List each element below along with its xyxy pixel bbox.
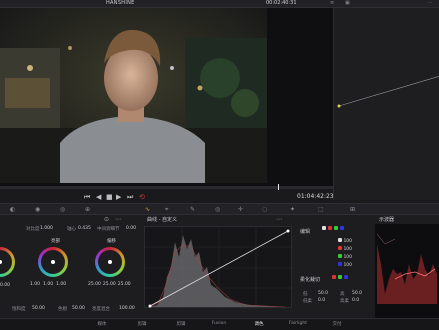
edit-panel-title: 编辑 (300, 229, 311, 235)
warper-icon[interactable]: ⌖ (165, 206, 168, 214)
nav-cut[interactable]: 剪辑 (127, 321, 157, 327)
curves-icon[interactable]: ∿ (145, 206, 150, 213)
clip-icon[interactable]: ▣ (345, 0, 350, 6)
high-label: 高 (340, 292, 345, 297)
color-match-icon[interactable]: ◉ (35, 206, 40, 213)
high-value[interactable]: 50.0 (352, 291, 362, 296)
soft-clip-channels[interactable] (332, 275, 348, 279)
contrast-value[interactable]: 1.000 (40, 226, 53, 231)
top-bar: HANSHINE 00:02:40:31 ≡ ▣ ⋯ (0, 0, 439, 8)
hue-value[interactable]: 50.00 (72, 306, 85, 311)
channel-row-y[interactable]: 100 (338, 238, 352, 244)
low-label: 低 (303, 292, 308, 297)
mid-detail-label: 中间调细节 (97, 227, 120, 232)
nav-fairlight[interactable]: Fairlight (283, 321, 313, 326)
scopes-title: 示波器 (379, 217, 395, 223)
loop-icon[interactable]: ⟲ (139, 193, 145, 201)
saturation-value[interactable]: 50.00 (32, 306, 45, 311)
channel-row-r[interactable]: 100 (338, 246, 352, 252)
key-icon[interactable]: ✦ (290, 206, 295, 213)
curves-options-icon[interactable]: ⋯ (276, 216, 282, 223)
window-icon[interactable]: ◎ (215, 206, 220, 213)
hue-label: 色相 (58, 307, 67, 312)
hs-label: 高柔 (340, 299, 349, 304)
channel-row-g[interactable]: 100 (338, 254, 352, 260)
viewer-timecode: 01:04:42:23 (297, 193, 334, 200)
primaries-reset-icon[interactable]: ⊙ (104, 216, 109, 223)
node-editor-panel[interactable] (333, 8, 439, 200)
wheel-label-highlights: 亮部 (51, 239, 60, 244)
primaries-more-icon[interactable]: ⋯ (115, 216, 121, 223)
nav-color[interactable]: 调色 (244, 321, 274, 327)
curves-title: 曲线 - 自定义 (147, 217, 177, 223)
nav-media[interactable]: 媒体 (87, 321, 117, 327)
channel-b-icon[interactable] (340, 226, 344, 230)
pivot-value[interactable]: 0.435 (78, 226, 91, 231)
saturation-label: 饱和度 (12, 307, 26, 312)
video-frame[interactable] (0, 8, 267, 183)
more-icon[interactable]: ⋯ (428, 0, 433, 6)
ls-label: 低柔 (303, 299, 312, 304)
offset-values[interactable]: 25.00 25.00 25.00 (88, 282, 138, 287)
channel-r-icon[interactable] (328, 226, 332, 230)
sizing-icon[interactable]: ⬚ (318, 206, 324, 213)
contrast-label: 对比度 (26, 227, 40, 232)
color-wheel-offset[interactable] (95, 247, 125, 277)
nav-deliver[interactable]: 交付 (322, 321, 352, 327)
top-timecode: 00:02:40:31 (266, 0, 297, 6)
playhead[interactable] (278, 184, 279, 190)
channel-y-icon[interactable] (322, 226, 326, 230)
curves-graph[interactable] (144, 226, 293, 309)
3d-icon[interactable]: ⊞ (350, 206, 355, 213)
rgb-mixer-icon[interactable]: ⊕ (85, 206, 90, 213)
hs-value[interactable]: 0.0 (352, 298, 359, 303)
channel-select[interactable] (322, 226, 344, 230)
nav-fusion[interactable]: Fusion (204, 321, 234, 326)
highlights-values[interactable]: 1.00 1.00 1.00 (30, 282, 80, 287)
ls-value[interactable]: 0.0 (318, 298, 325, 303)
play-icon[interactable]: ▶ (116, 193, 121, 201)
nav-edit[interactable]: 剪辑 (166, 321, 196, 327)
camera-raw-icon[interactable]: ◐ (10, 206, 15, 213)
lum-mix-value[interactable]: 100.00 (119, 306, 135, 311)
pivot-label: 轴心 (67, 227, 76, 232)
channel-row-b[interactable]: 100 (338, 262, 352, 268)
shadows-values[interactable]: 0.00 (0, 282, 20, 288)
stop-icon[interactable]: ■ (106, 193, 113, 201)
scrub-bar[interactable] (0, 186, 333, 189)
scope-display[interactable] (375, 224, 439, 318)
blur-icon[interactable]: ◌ (262, 206, 267, 213)
lum-mix-label: 亮度混合 (92, 307, 110, 312)
wheel-label-offset: 偏移 (107, 239, 116, 244)
tracker-icon[interactable]: ✛ (238, 206, 243, 213)
channel-g-icon[interactable] (334, 226, 338, 230)
color-wheel-highlights[interactable] (38, 247, 68, 277)
soft-clip-title: 柔化裁切 (300, 277, 321, 283)
mid-detail-value[interactable]: 0.00 (126, 226, 136, 231)
color-wheels-icon[interactable]: ◎ (60, 206, 65, 213)
low-value[interactable]: 50.0 (318, 291, 328, 296)
menu-icon[interactable]: ≡ (330, 0, 334, 6)
qualifier-icon[interactable]: ✎ (190, 206, 195, 213)
go-to-start-icon[interactable]: ⏮ (84, 193, 90, 202)
step-back-icon[interactable]: ◀ (96, 193, 101, 201)
go-to-end-icon[interactable]: ⏭ (127, 193, 133, 202)
project-title[interactable]: HANSHINE (106, 0, 135, 6)
